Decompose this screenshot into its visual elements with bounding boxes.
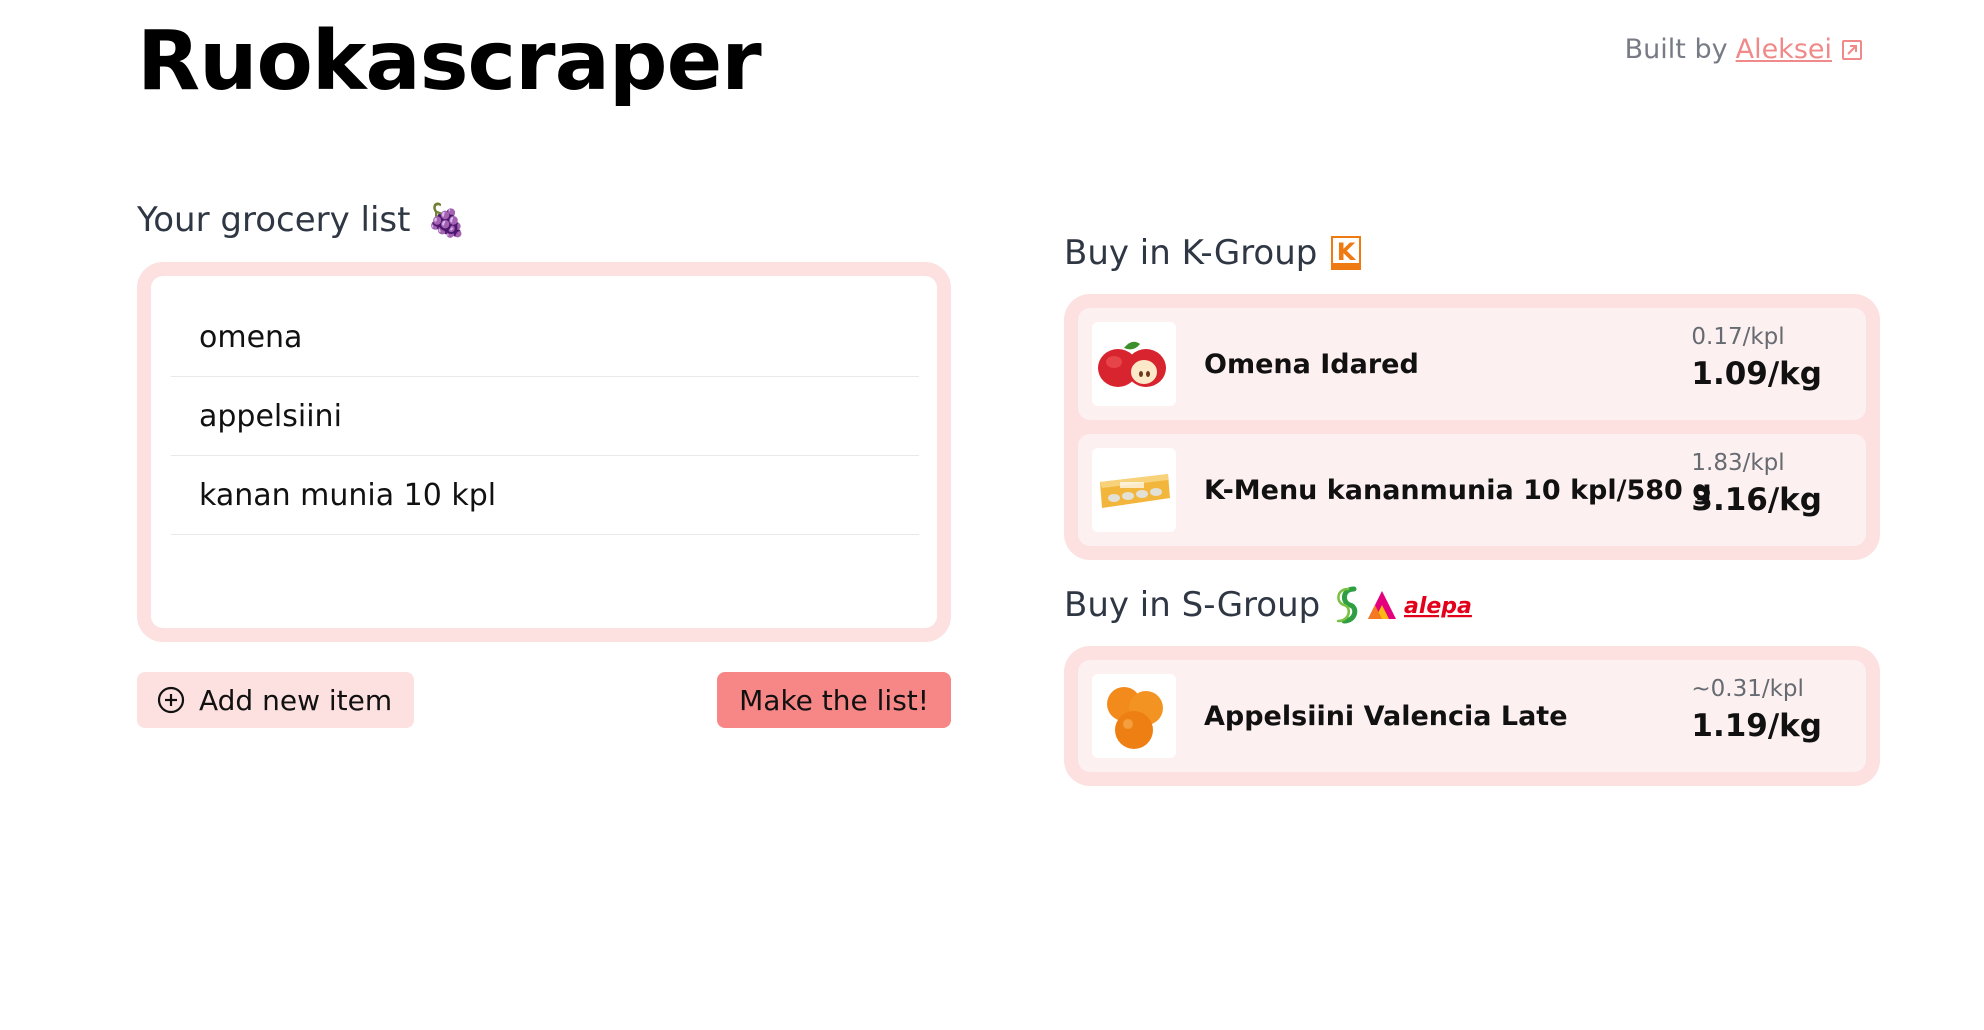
results-panel: Buy in K-Group K Omena Idared 0.17/kpl 1… <box>1064 230 1880 786</box>
price-block: ~0.31/kpl 1.19/kg <box>1691 676 1822 744</box>
app-title: Ruokascraper <box>137 14 762 109</box>
price-per-unit: ~0.31/kpl <box>1691 676 1804 702</box>
price-block: 0.17/kpl 1.09/kg <box>1691 324 1822 392</box>
product-name: K-Menu kananmunia 10 kpl/580 g <box>1204 474 1712 506</box>
grapes-icon: 🍇 <box>426 201 467 239</box>
svg-text:K: K <box>1337 238 1357 266</box>
product-name: Omena Idared <box>1204 348 1419 380</box>
s-group-logos: alepa <box>1336 586 1472 624</box>
apple-icon <box>1092 322 1176 406</box>
external-link-icon[interactable] <box>1840 38 1864 62</box>
add-item-button[interactable]: Add new item <box>137 672 415 728</box>
list-item[interactable]: kanan munia 10 kpl <box>171 456 919 535</box>
price-per-unit: 1.83/kpl <box>1691 450 1785 476</box>
list-actions: Add new item Make the list! <box>137 672 951 728</box>
list-item[interactable]: omena <box>171 298 919 377</box>
s-group-heading: Buy in S-Group alepa <box>1064 582 1880 628</box>
orange-icon <box>1092 674 1176 758</box>
price-per-kg: 1.19/kg <box>1691 708 1822 744</box>
product-card[interactable]: Omena Idared 0.17/kpl 1.09/kg <box>1078 308 1866 420</box>
plus-circle-icon <box>157 686 185 714</box>
k-group-heading: Buy in K-Group K <box>1064 230 1880 276</box>
k-group-results: Omena Idared 0.17/kpl 1.09/kg K-Menu kan… <box>1064 294 1880 560</box>
make-list-button[interactable]: Make the list! <box>717 672 951 728</box>
built-by: Built by Aleksei <box>1625 34 1864 65</box>
price-per-kg: 1.09/kg <box>1691 356 1822 392</box>
s-group-results: Appelsiini Valencia Late ~0.31/kpl 1.19/… <box>1064 646 1880 786</box>
price-per-unit: 0.17/kpl <box>1691 324 1785 350</box>
grocery-heading-text: Your grocery list <box>137 200 411 240</box>
k-group-heading-text: Buy in K-Group <box>1064 233 1318 273</box>
egg-carton-icon <box>1092 448 1176 532</box>
product-card[interactable]: K-Menu kananmunia 10 kpl/580 g 1.83/kpl … <box>1078 434 1866 546</box>
k-group-logo: K <box>1331 236 1362 270</box>
price-per-kg: 3.16/kg <box>1691 482 1822 518</box>
grocery-heading: Your grocery list 🍇 <box>137 200 951 240</box>
product-card[interactable]: Appelsiini Valencia Late ~0.31/kpl 1.19/… <box>1078 660 1866 772</box>
product-name: Appelsiini Valencia Late <box>1204 700 1568 732</box>
s-group-heading-text: Buy in S-Group <box>1064 585 1321 625</box>
price-block: 1.83/kpl 3.16/kg <box>1691 450 1822 518</box>
add-item-label: Add new item <box>199 683 393 717</box>
author-link[interactable]: Aleksei <box>1736 34 1832 65</box>
svg-text:alepa: alepa <box>1404 594 1472 619</box>
grocery-panel: Your grocery list 🍇 omena appelsiini kan… <box>137 200 951 728</box>
grocery-list: omena appelsiini kanan munia 10 kpl <box>137 262 951 642</box>
built-by-label: Built by <box>1624 34 1728 65</box>
list-item[interactable]: appelsiini <box>171 377 919 456</box>
